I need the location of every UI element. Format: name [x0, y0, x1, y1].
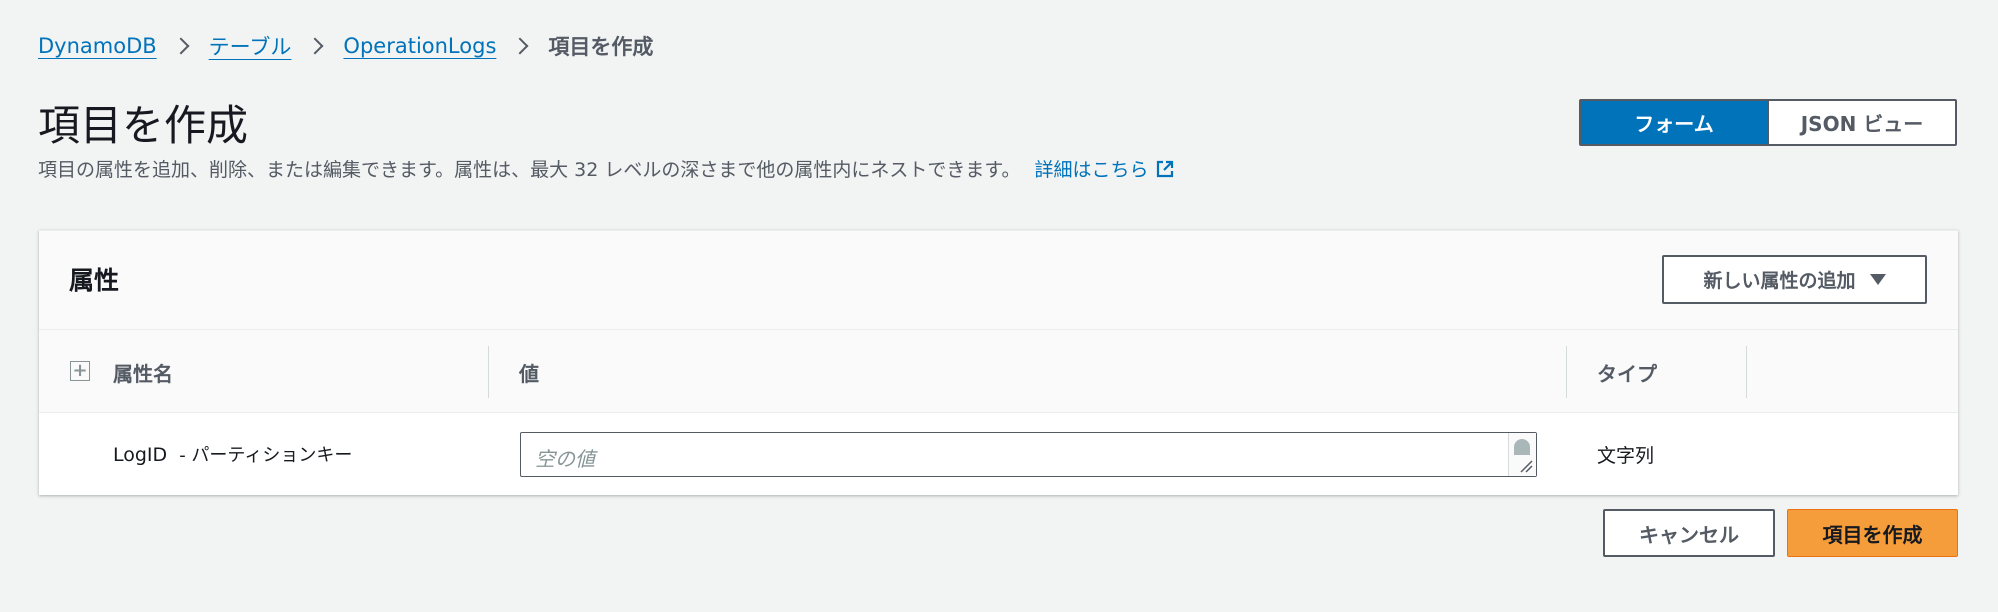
column-header-type: タイプ — [1597, 362, 1657, 386]
table-row: LogID - パーティションキー 文字列 — [39, 413, 1958, 495]
column-divider[interactable] — [1746, 346, 1747, 398]
column-header-value: 値 — [519, 362, 539, 386]
breadcrumb: DynamoDB テーブル OperationLogs 項目を作成 — [38, 30, 653, 62]
column-header-name: 属性名 — [113, 362, 173, 386]
column-divider[interactable] — [1566, 346, 1567, 398]
caret-down-icon — [1869, 274, 1886, 285]
attributes-panel: 属性 新しい属性の追加 + 属性名 値 タイプ LogID - パーティションキ… — [39, 230, 1958, 495]
page-description: 項目の属性を追加、削除、または編集できます。属性は、最大 32 レベルの深さまで… — [38, 155, 1175, 182]
attributes-panel-header: 属性 新しい属性の追加 — [39, 231, 1958, 330]
page-title: 項目を作成 — [38, 101, 249, 150]
learn-more-link[interactable]: 詳細はこちら — [1035, 155, 1175, 182]
add-new-attribute-label: 新しい属性の追加 — [1703, 270, 1856, 292]
breadcrumb-operationlogs[interactable]: OperationLogs — [343, 34, 496, 58]
breadcrumb-tables[interactable]: テーブル — [209, 31, 292, 61]
cancel-button[interactable]: キャンセル — [1603, 509, 1775, 557]
breadcrumb-current: 項目を作成 — [548, 35, 654, 59]
resize-handle-icon[interactable] — [1519, 459, 1533, 473]
attribute-value-field — [520, 432, 1537, 477]
scrollbar-thumb[interactable] — [1514, 439, 1530, 455]
attributes-panel-title: 属性 — [69, 266, 120, 295]
chevron-right-icon — [306, 37, 324, 55]
external-link-icon — [1155, 159, 1175, 179]
add-new-attribute-button[interactable]: 新しい属性の追加 — [1662, 255, 1927, 304]
partition-key-label: - パーティションキー — [179, 445, 353, 466]
learn-more-label: 詳細はこちら — [1034, 159, 1149, 181]
attribute-value-input[interactable] — [521, 433, 1536, 476]
chevron-right-icon — [172, 37, 190, 55]
breadcrumb-dynamodb[interactable]: DynamoDB — [38, 34, 157, 58]
expand-all-icon[interactable]: + — [70, 361, 90, 381]
attribute-type: 文字列 — [1597, 445, 1655, 467]
page-description-text: 項目の属性を追加、削除、または編集できます。属性は、最大 32 レベルの深さまで… — [38, 159, 1021, 181]
attributes-table-header: + 属性名 値 タイプ — [39, 330, 1958, 413]
view-toggle: フォーム JSON ビュー — [1579, 99, 1957, 146]
chevron-right-icon — [511, 37, 529, 55]
form-view-button[interactable]: フォーム — [1581, 101, 1769, 144]
json-view-button[interactable]: JSON ビュー — [1769, 101, 1955, 144]
column-divider[interactable] — [488, 346, 489, 398]
attribute-name-text: LogID — [113, 444, 168, 466]
create-item-button[interactable]: 項目を作成 — [1787, 509, 1958, 557]
attribute-name: LogID - パーティションキー — [113, 441, 352, 467]
